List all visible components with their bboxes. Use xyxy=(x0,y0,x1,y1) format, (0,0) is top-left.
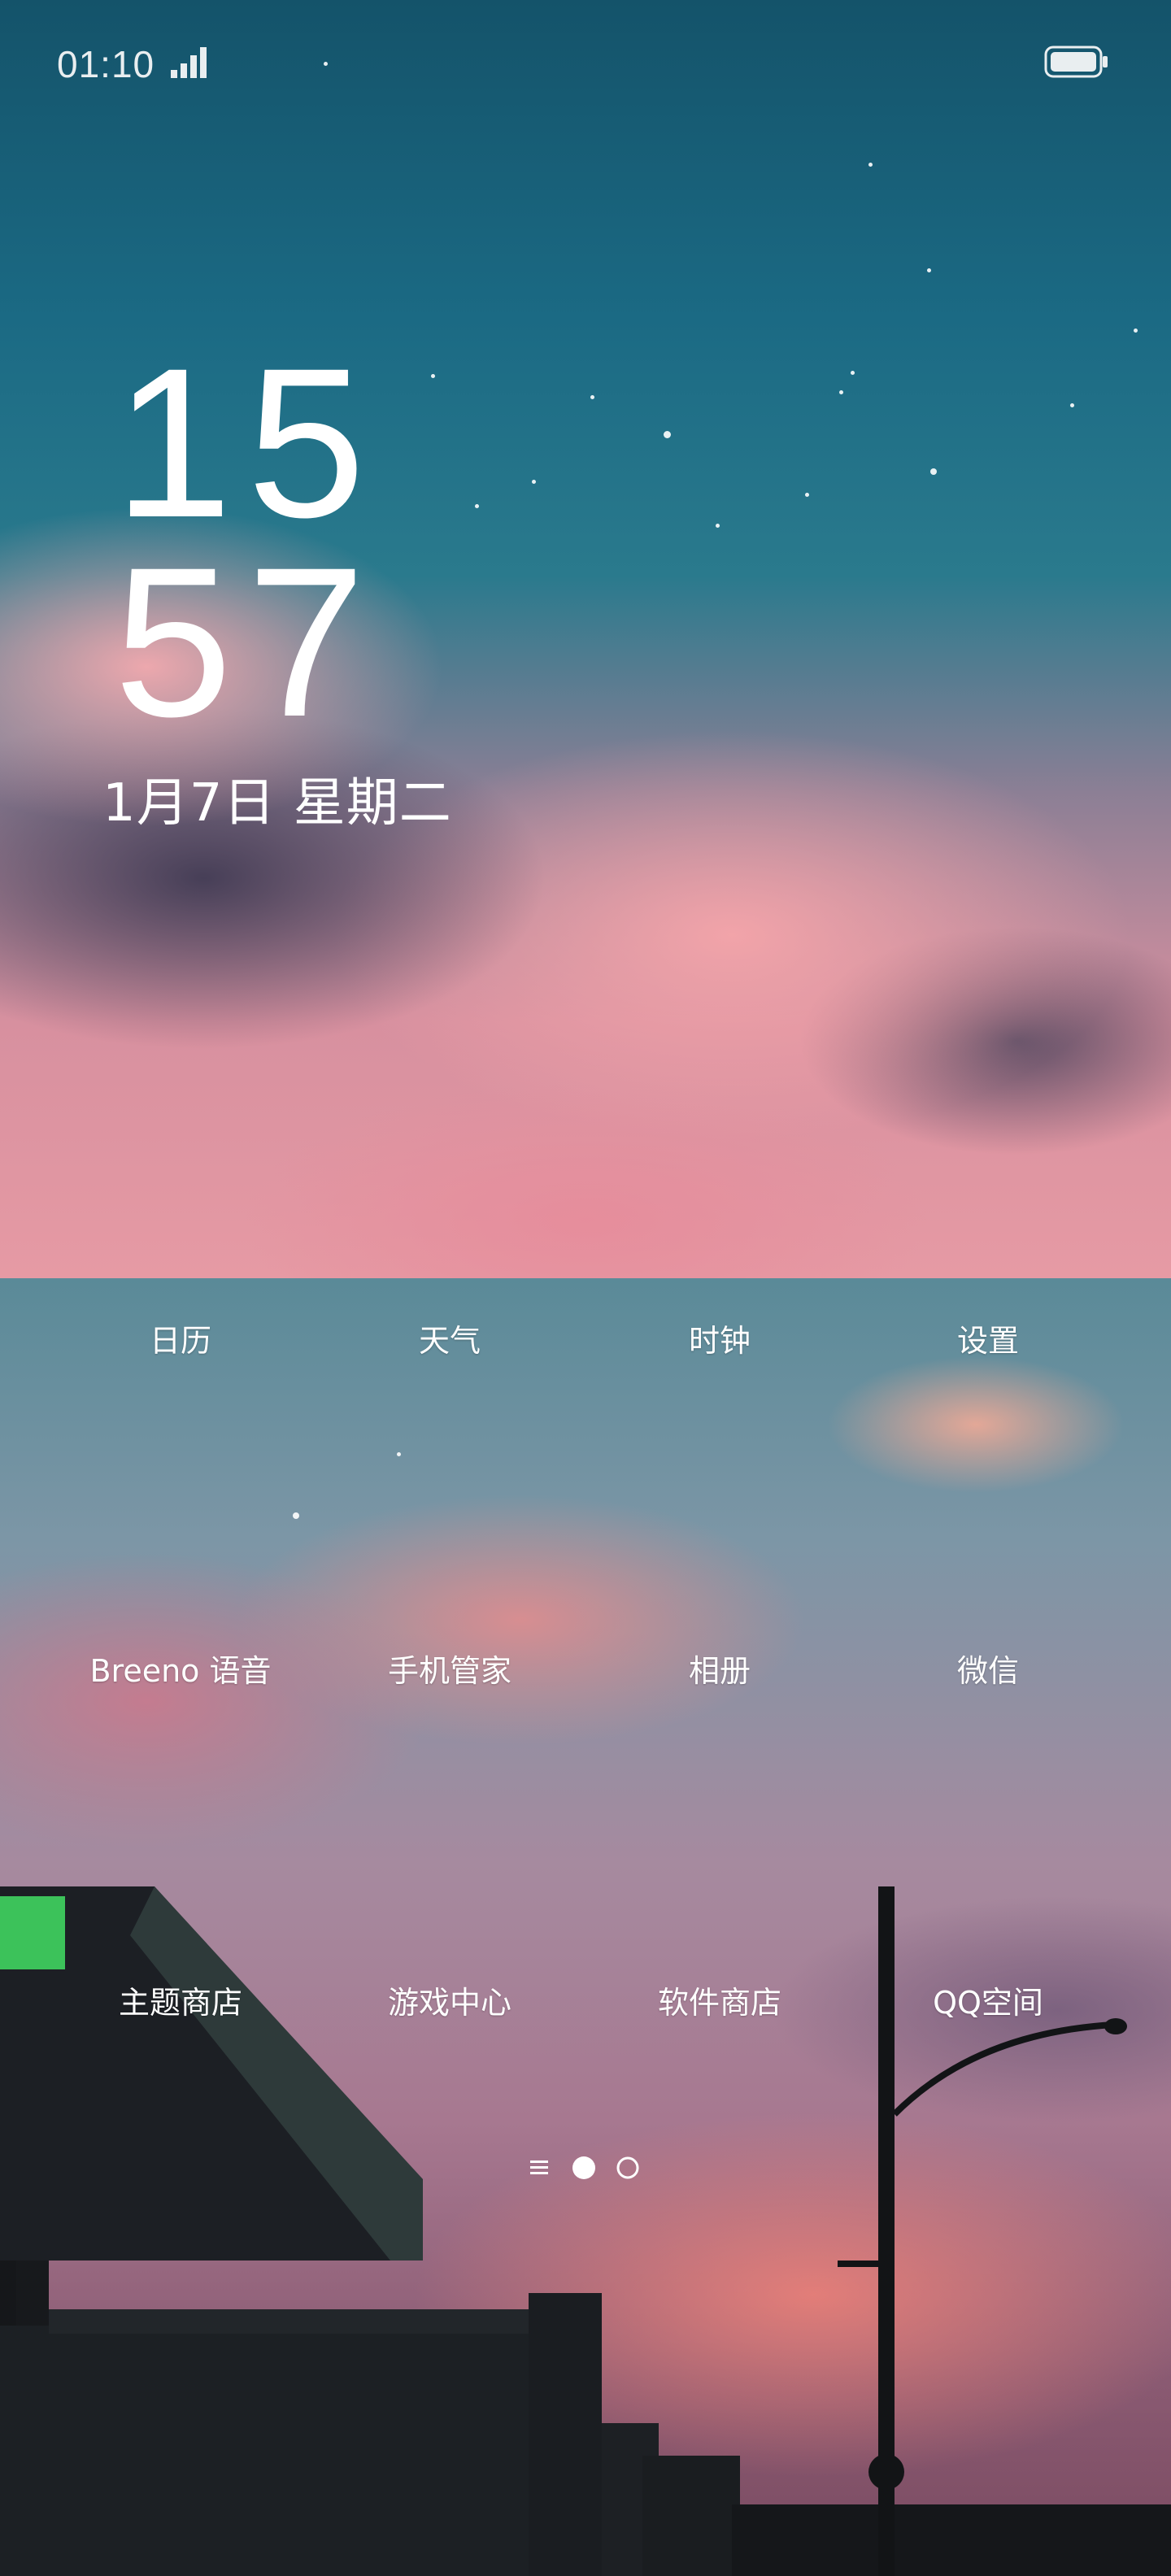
app-clock[interactable]: 时钟 xyxy=(586,1301,854,1374)
app-label: 天气 xyxy=(418,1322,481,1359)
page-dot[interactable] xyxy=(616,2156,639,2179)
app-breeno-voice[interactable]: Breeno 语音 xyxy=(46,1631,315,1704)
app-label: 日历 xyxy=(149,1322,211,1359)
app-calendar[interactable]: 日历 xyxy=(46,1301,315,1374)
app-grid: 日历 天气 时钟 设置 Breeno 语音 手机管家 相册 微信 主题商店 游戏… xyxy=(0,0,1171,2576)
app-photos[interactable]: 相册 xyxy=(586,1631,854,1704)
page-indicator[interactable] xyxy=(527,2152,649,2184)
app-wechat[interactable]: 微信 xyxy=(854,1631,1122,1704)
app-label: 手机管家 xyxy=(387,1652,511,1689)
app-weather[interactable]: 天气 xyxy=(316,1301,584,1374)
app-qq-zone[interactable]: QQ空间 xyxy=(854,1963,1122,2036)
app-label: 设置 xyxy=(956,1322,1019,1359)
app-label: 游戏中心 xyxy=(387,1984,511,2021)
app-software-store[interactable]: 软件商店 xyxy=(586,1963,854,2036)
app-label: 主题商店 xyxy=(118,1984,242,2021)
app-label: 微信 xyxy=(956,1652,1019,1689)
app-settings[interactable]: 设置 xyxy=(854,1301,1122,1374)
app-theme-store[interactable]: 主题商店 xyxy=(46,1963,315,2036)
app-label: 相册 xyxy=(688,1652,751,1689)
app-game-center[interactable]: 游戏中心 xyxy=(316,1963,584,2036)
app-drawer-icon[interactable] xyxy=(530,2160,548,2174)
app-label: 软件商店 xyxy=(657,1984,781,2021)
app-label: 时钟 xyxy=(688,1322,751,1359)
app-label: Breeno 语音 xyxy=(89,1652,272,1689)
app-phone-manager[interactable]: 手机管家 xyxy=(316,1631,584,1704)
page-dot-active[interactable] xyxy=(572,2156,595,2179)
app-label: QQ空间 xyxy=(933,1984,1043,2021)
